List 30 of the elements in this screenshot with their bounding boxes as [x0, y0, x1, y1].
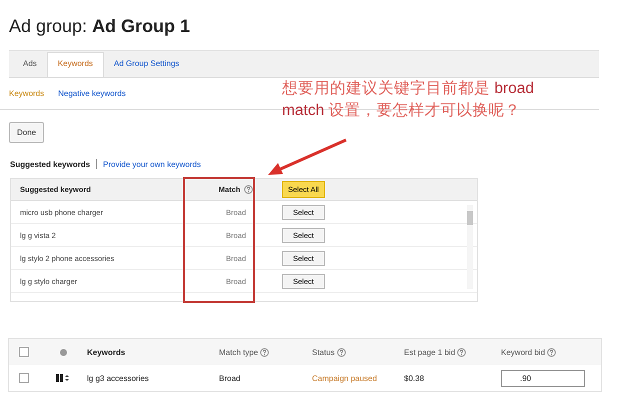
bid-input-field[interactable]: .90	[501, 370, 585, 386]
help-icon[interactable]	[260, 348, 270, 356]
subtab-link[interactable]: Negative keywords	[58, 89, 126, 98]
keyword-source-link[interactable]: Provide your own keywords	[103, 160, 201, 168]
help-icon[interactable]	[547, 348, 556, 356]
status-dot-icon	[60, 348, 66, 356]
help-icon[interactable]	[244, 185, 254, 194]
checkbox[interactable]	[19, 347, 29, 357]
page-title: Ad group: Ad Group 1	[8, 15, 192, 38]
keyword-source-link[interactable]: Suggested keywords	[10, 160, 90, 168]
est-bid-cell-text: $0.38	[404, 374, 426, 382]
keyword-cell-text: lg g3 accessories	[87, 374, 150, 382]
column-header: Keyword bid	[501, 348, 546, 356]
status-cell-text: Campaign paused	[312, 374, 378, 382]
tab[interactable]: Keywords	[46, 52, 104, 77]
tab[interactable]: Ads	[13, 53, 47, 77]
pause-icon[interactable]	[56, 373, 70, 383]
tab[interactable]: Ad Group Settings	[104, 53, 190, 77]
column-header: Match type	[219, 348, 258, 356]
checkbox[interactable]	[19, 373, 29, 383]
column-header: Keywords	[87, 348, 126, 356]
column-header: Status	[312, 348, 335, 356]
match-type-cell-text: Broad	[219, 374, 242, 382]
column-header: Est page 1 bid	[404, 348, 456, 356]
annotation-text: 想要用的建议关键字目前都是 broad match 设置，要怎样才可以换呢？	[282, 78, 535, 121]
done-button[interactable]: Done	[9, 122, 44, 143]
help-icon[interactable]	[457, 348, 466, 356]
scrollbar[interactable]	[467, 205, 473, 289]
arrow-icon	[266, 138, 348, 178]
help-icon[interactable]	[336, 348, 346, 356]
